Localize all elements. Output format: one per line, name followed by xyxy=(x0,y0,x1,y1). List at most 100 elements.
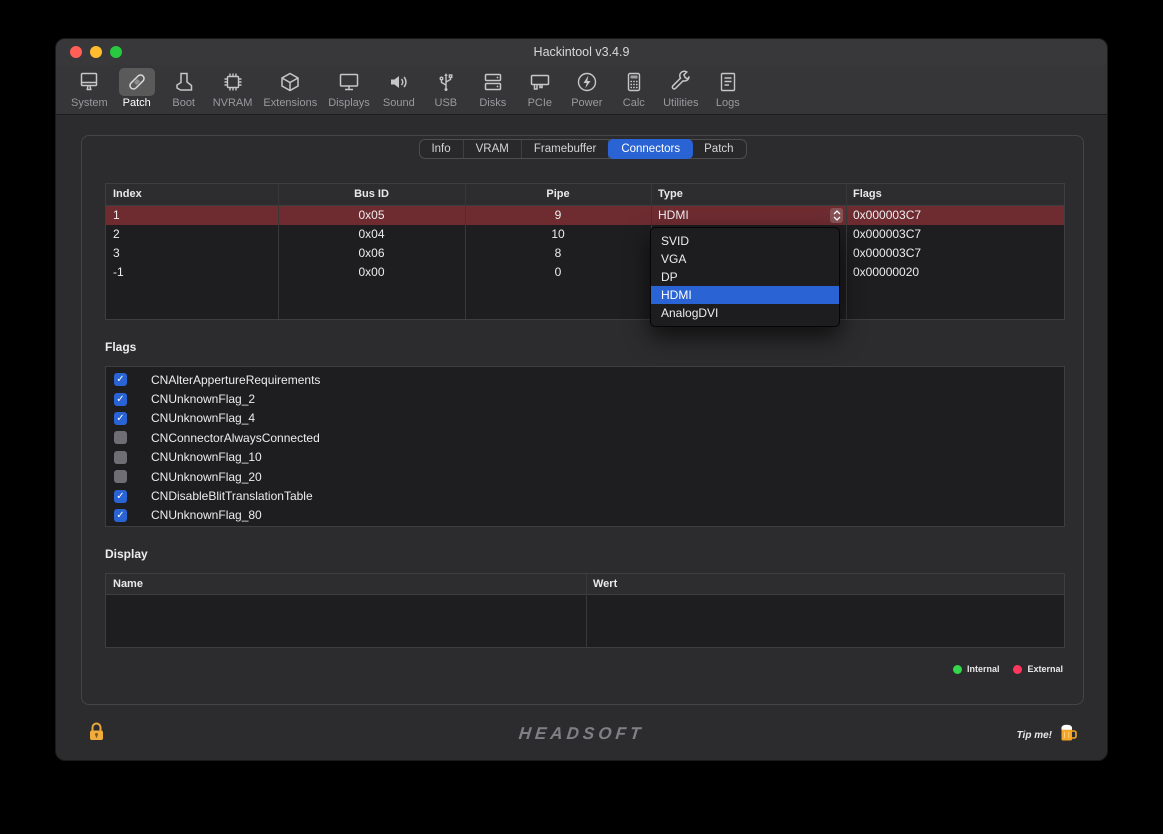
menu-option-vga[interactable]: VGA xyxy=(651,250,839,268)
toolbar-item-pcie[interactable]: PCIe xyxy=(517,67,563,110)
toolbar: System Patch Boot NVRAM Extensions xyxy=(56,65,1107,115)
cell-flags: 0x000003C7 xyxy=(846,206,1064,225)
display-section-title: Display xyxy=(105,547,148,561)
flag-checkbox[interactable] xyxy=(114,490,127,503)
pcie-card-icon xyxy=(522,68,558,96)
tip-me-button[interactable]: Tip me! xyxy=(1017,722,1079,748)
flag-checkbox[interactable] xyxy=(114,451,127,464)
flag-checkbox[interactable] xyxy=(114,412,127,425)
flag-checkbox[interactable] xyxy=(114,509,127,522)
column-header-flags: Flags xyxy=(846,184,1064,205)
tab-vram[interactable]: VRAM xyxy=(464,140,522,158)
toolbar-label: Displays xyxy=(328,97,370,109)
flag-label: CNUnknownFlag_2 xyxy=(151,392,255,406)
internal-dot-icon xyxy=(953,665,962,674)
toolbar-item-system[interactable]: System xyxy=(66,67,113,110)
flag-label: CNDisableBlitTranslationTable xyxy=(151,489,313,503)
flag-checkbox[interactable] xyxy=(114,393,127,406)
toolbar-item-calc[interactable]: Calc xyxy=(611,67,657,110)
display-table: Name Wert xyxy=(105,573,1065,648)
power-lightning-icon xyxy=(569,68,605,96)
external-label: External xyxy=(1027,664,1063,674)
hackintool-window: Hackintool v3.4.9 System Patch Boot xyxy=(55,38,1108,761)
cell-bus-id: 0x04 xyxy=(278,225,465,244)
toolbar-item-boot[interactable]: Boot xyxy=(161,67,207,110)
toolbar-item-logs[interactable]: Logs xyxy=(705,67,751,110)
cell-flags: 0x000003C7 xyxy=(846,225,1064,244)
flag-row: CNUnknownFlag_2 xyxy=(106,389,1064,408)
tip-me-label: Tip me! xyxy=(1017,730,1052,741)
toolbar-item-patch[interactable]: Patch xyxy=(114,67,160,110)
zoom-button[interactable] xyxy=(110,46,122,58)
toolbar-item-utilities[interactable]: Utilities xyxy=(658,67,704,110)
cell-pipe: 0 xyxy=(465,263,651,282)
type-popup-value: HDMI xyxy=(658,206,689,225)
toolbar-item-usb[interactable]: USB xyxy=(423,67,469,110)
toolbar-label: Logs xyxy=(716,97,740,109)
flag-checkbox[interactable] xyxy=(114,431,127,444)
tab-info[interactable]: Info xyxy=(419,140,463,158)
cell-bus-id: 0x00 xyxy=(278,263,465,282)
beer-icon xyxy=(1058,722,1079,748)
toolbar-label: NVRAM xyxy=(213,97,253,109)
tab-patch[interactable]: Patch xyxy=(692,140,745,158)
toolbar-label: Disks xyxy=(479,97,506,109)
cell-index: 3 xyxy=(106,244,278,263)
segmented-control: Info VRAM Framebuffer Connectors Patch xyxy=(418,139,746,159)
type-popup-button[interactable]: HDMI xyxy=(651,206,846,225)
cell-pipe: 8 xyxy=(465,244,651,263)
connector-row-1[interactable]: 1 0x05 9 HDMI 0x000003C7 xyxy=(106,206,1064,225)
internal-label: Internal xyxy=(967,664,1000,674)
cell-index: -1 xyxy=(106,263,278,282)
flag-row: CNUnknownFlag_80 xyxy=(106,506,1064,525)
sound-speaker-icon xyxy=(381,68,417,96)
flag-label: CNUnknownFlag_80 xyxy=(151,508,262,522)
column-header-bus-id: Bus ID xyxy=(278,184,465,205)
minimize-button[interactable] xyxy=(90,46,102,58)
toolbar-label: System xyxy=(71,97,108,109)
flag-label: CNAlterAppertureRequirements xyxy=(151,373,320,387)
connector-row-4[interactable]: -1 0x00 0 0x00000020 xyxy=(106,263,1064,282)
flag-checkbox[interactable] xyxy=(114,470,127,483)
cell-pipe: 9 xyxy=(465,206,651,225)
tab-framebuffer[interactable]: Framebuffer xyxy=(522,140,609,158)
toolbar-label: Boot xyxy=(172,97,195,109)
titlebar: Hackintool v3.4.9 xyxy=(56,39,1107,65)
display-table-header: Name Wert xyxy=(106,574,1064,595)
headsoft-logo: HEADSOFT xyxy=(55,724,1108,744)
flag-checkbox[interactable] xyxy=(114,373,127,386)
toolbar-item-power[interactable]: Power xyxy=(564,67,610,110)
framebuffer-panel: Info VRAM Framebuffer Connectors Patch I… xyxy=(81,135,1084,705)
logs-document-icon xyxy=(710,68,746,96)
displays-monitor-icon xyxy=(331,68,367,96)
toolbar-label: Power xyxy=(571,97,602,109)
toolbar-item-displays[interactable]: Displays xyxy=(323,67,375,110)
flag-label: CNUnknownFlag_20 xyxy=(151,470,262,484)
connector-row-2[interactable]: 2 0x04 10 0x000003C7 xyxy=(106,225,1064,244)
nvram-chip-icon xyxy=(215,68,251,96)
toolbar-item-nvram[interactable]: NVRAM xyxy=(208,67,258,110)
toolbar-item-disks[interactable]: Disks xyxy=(470,67,516,110)
menu-option-dp[interactable]: DP xyxy=(651,268,839,286)
toolbar-item-sound[interactable]: Sound xyxy=(376,67,422,110)
column-header-type: Type xyxy=(651,184,846,205)
patch-icon xyxy=(119,68,155,96)
toolbar-label: PCIe xyxy=(528,97,552,109)
toolbar-label: USB xyxy=(435,97,458,109)
toolbar-item-extensions[interactable]: Extensions xyxy=(258,67,322,110)
tab-connectors[interactable]: Connectors xyxy=(608,139,693,159)
cell-flags: 0x00000020 xyxy=(846,263,1064,282)
menu-option-analogdvi[interactable]: AnalogDVI xyxy=(651,304,839,322)
menu-option-hdmi[interactable]: HDMI xyxy=(651,286,839,304)
column-header-name: Name xyxy=(106,574,586,595)
menu-option-svid[interactable]: SVID xyxy=(651,232,839,250)
toolbar-label: Calc xyxy=(623,97,645,109)
close-button[interactable] xyxy=(70,46,82,58)
toolbar-label: Patch xyxy=(123,97,151,109)
column-header-index: Index xyxy=(106,184,278,205)
flag-row: CNAlterAppertureRequirements xyxy=(106,370,1064,389)
system-icon xyxy=(71,68,107,96)
cell-bus-id: 0x06 xyxy=(278,244,465,263)
toolbar-label: Sound xyxy=(383,97,415,109)
connector-row-3[interactable]: 3 0x06 8 0x000003C7 xyxy=(106,244,1064,263)
